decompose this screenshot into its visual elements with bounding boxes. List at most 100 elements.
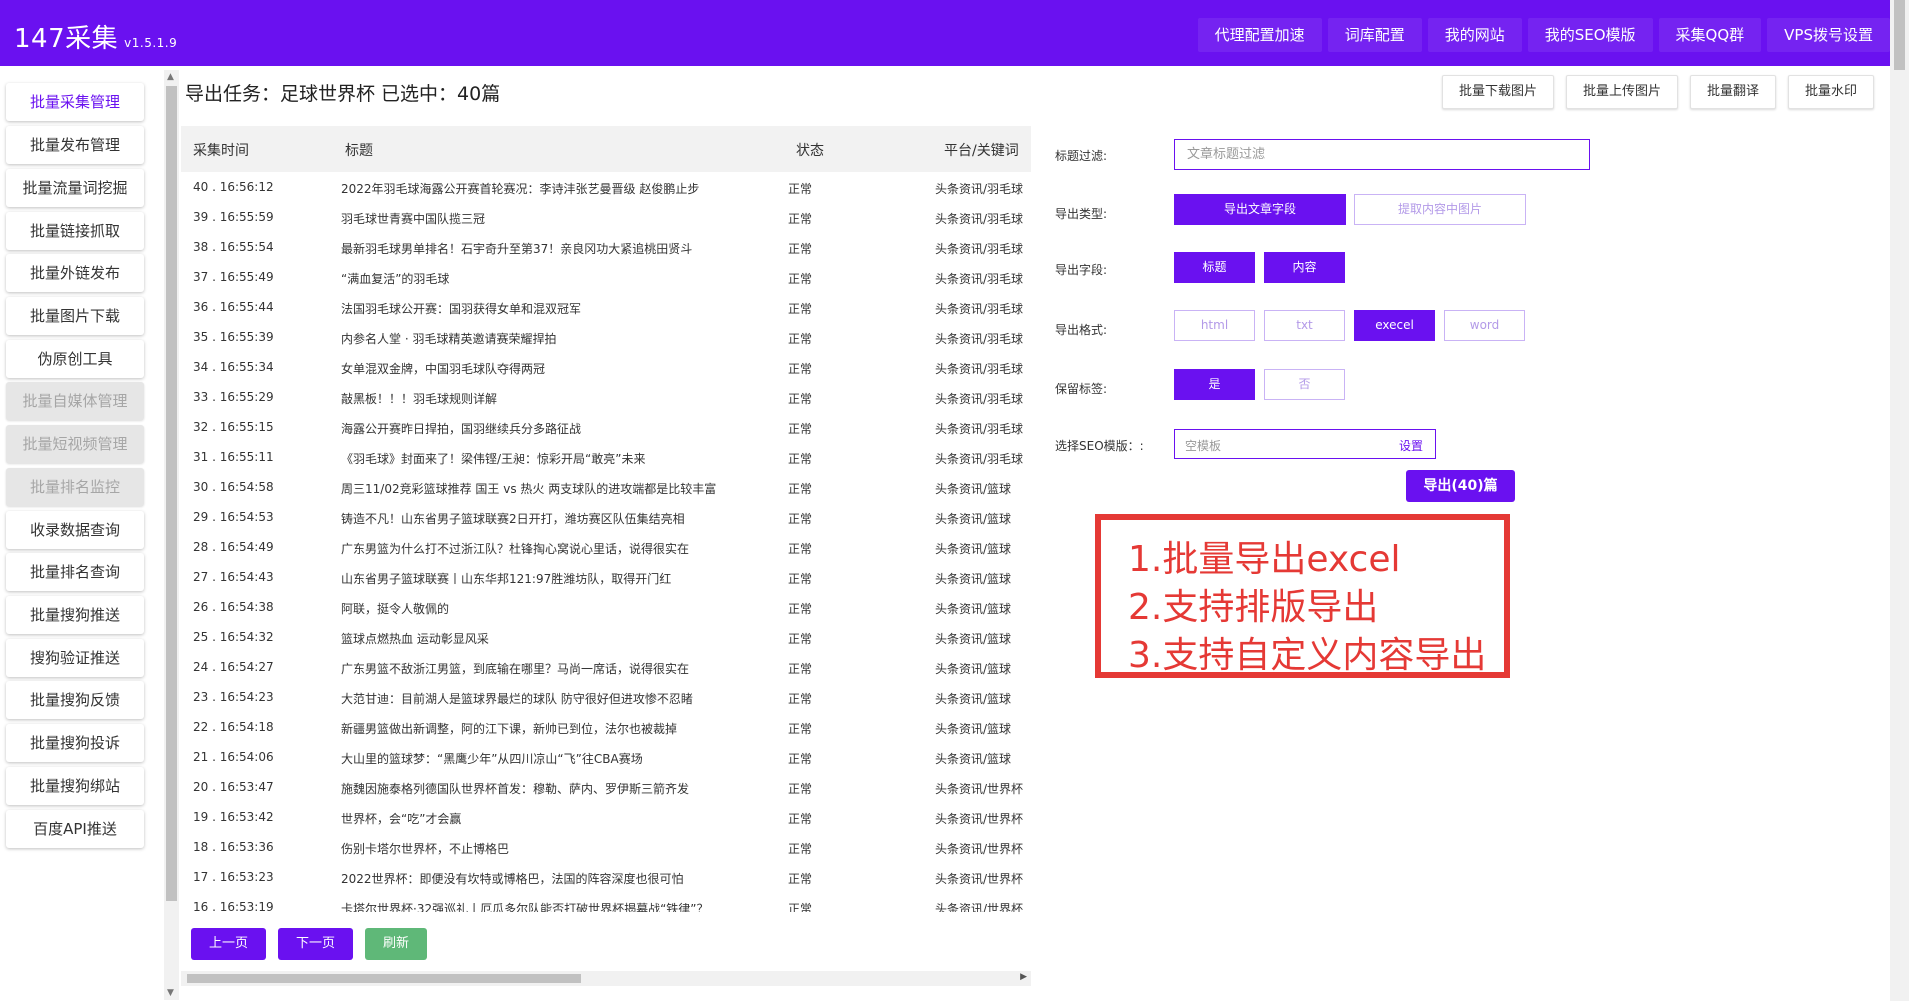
export-type-options-option-2[interactable]: 提取内容中图片 bbox=[1354, 194, 1526, 225]
row-title[interactable]: 大山里的篮球梦：“黑鹰少年”从四川凉山“飞”往CBA赛场 bbox=[341, 750, 761, 767]
row-title[interactable]: 羽毛球世青赛中国队揽三冠 bbox=[341, 210, 761, 227]
export-button[interactable]: 导出(40)篇 bbox=[1406, 470, 1515, 502]
table-row[interactable]: 37 . 16:55:49 “满血复活”的羽毛球 正常 头条资讯/羽毛球 bbox=[181, 262, 1031, 292]
sidebar-item-1[interactable]: 批量采集管理 bbox=[6, 83, 144, 121]
table-scrollbar-thumb[interactable] bbox=[187, 974, 581, 983]
nav-item-2[interactable]: 词库配置 bbox=[1327, 18, 1422, 52]
seo-template-setting-link[interactable]: 设置 bbox=[1399, 437, 1423, 454]
column-header-time[interactable]: 采集时间 bbox=[193, 140, 249, 160]
table-row[interactable]: 20 . 16:53:47 施魏因施泰格列德国队世界杯首发：穆勒、萨内、罗伊斯三箭… bbox=[181, 772, 1031, 802]
column-header-platform[interactable]: 平台/关键词 bbox=[944, 140, 1019, 160]
table-row[interactable]: 32 . 16:55:15 海露公开赛昨日捍拍，国羽继续兵分多路征战 正常 头条资讯/… bbox=[181, 412, 1031, 442]
row-title[interactable]: 最新羽毛球男单排名！石宇奇升至第37！亲良冈功大紧追桃田贤斗 bbox=[341, 240, 761, 257]
row-title[interactable]: 世界杯，会“吃”才会赢 bbox=[341, 810, 761, 827]
top-action-button-1[interactable]: 批量下载图片 bbox=[1441, 75, 1554, 109]
sidebar-item-17[interactable]: 批量搜狗绑站 bbox=[6, 767, 144, 805]
row-title[interactable]: “满血复活”的羽毛球 bbox=[341, 270, 761, 287]
nav-item-4[interactable]: 我的SEO模版 bbox=[1527, 18, 1653, 52]
sidebar-item-4[interactable]: 批量链接抓取 bbox=[6, 212, 144, 250]
sidebar-item-13[interactable]: 批量搜狗推送 bbox=[6, 596, 144, 634]
sidebar-item-18[interactable]: 百度API推送 bbox=[6, 810, 144, 848]
keep-tags-options-option-2[interactable]: 否 bbox=[1264, 369, 1345, 400]
keep-tags-options-option-1[interactable]: 是 bbox=[1174, 369, 1255, 400]
sidebar-item-15[interactable]: 批量搜狗反馈 bbox=[6, 681, 144, 719]
top-action-button-2[interactable]: 批量上传图片 bbox=[1565, 75, 1678, 109]
column-header-title[interactable]: 标题 bbox=[345, 140, 373, 160]
table-row[interactable]: 26 . 16:54:38 阿联，挺令人敬佩的 正常 头条资讯/篮球 bbox=[181, 592, 1031, 622]
row-title[interactable]: 周三11/02竞彩篮球推荐 国王 vs 热火 两支球队的进攻端都是比较丰富 bbox=[341, 480, 761, 497]
table-row[interactable]: 22 . 16:54:18 新疆男篮做出新调整，阿的江下课，新帅已到位，法尔也被裁… bbox=[181, 712, 1031, 742]
table-row[interactable]: 31 . 16:55:11 《羽毛球》封面来了！梁伟铿/王昶：惊彩开局“敢亮”未来… bbox=[181, 442, 1031, 472]
table-row[interactable]: 36 . 16:55:44 法国羽毛球公开赛：国羽获得女单和混双冠军 正常 头条资讯/… bbox=[181, 292, 1031, 322]
row-title[interactable]: 2022年羽毛球海露公开赛首轮赛况：李诗沣张艺曼晋级 赵俊鹏止步 bbox=[341, 180, 761, 197]
table-row[interactable]: 27 . 16:54:43 山东省男子篮球联赛丨山东华邦121:97胜潍坊队，取得… bbox=[181, 562, 1031, 592]
sidebar-item-2[interactable]: 批量发布管理 bbox=[6, 126, 144, 164]
sidebar-item-14[interactable]: 搜狗验证推送 bbox=[6, 639, 144, 677]
sidebar-item-5[interactable]: 批量外链发布 bbox=[6, 254, 144, 292]
table-row[interactable]: 34 . 16:55:34 女单混双金牌，中国羽毛球队夺得两冠 正常 头条资讯/羽毛球 bbox=[181, 352, 1031, 382]
row-title[interactable]: 女单混双金牌，中国羽毛球队夺得两冠 bbox=[341, 360, 761, 377]
table-row[interactable]: 24 . 16:54:27 广东男篮不敌浙江男篮，到底输在哪里？马尚一席话，说得很… bbox=[181, 652, 1031, 682]
top-action-button-3[interactable]: 批量翻译 bbox=[1689, 75, 1776, 109]
row-title[interactable]: 内参名人堂 · 羽毛球精英邀请赛荣耀捍拍 bbox=[341, 330, 761, 347]
table-row[interactable]: 39 . 16:55:59 羽毛球世青赛中国队揽三冠 正常 头条资讯/羽毛球 bbox=[181, 202, 1031, 232]
export-format-options-option-1[interactable]: html bbox=[1174, 310, 1255, 341]
nav-item-6[interactable]: VPS拨号设置 bbox=[1767, 18, 1890, 52]
table-row[interactable]: 35 . 16:55:39 内参名人堂 · 羽毛球精英邀请赛荣耀捍拍 正常 头条资讯/… bbox=[181, 322, 1031, 352]
nav-item-5[interactable]: 采集QQ群 bbox=[1658, 18, 1762, 52]
row-title[interactable]: 2022世界杯：即便没有坎特或博格巴，法国的阵容深度也很可怕 bbox=[341, 870, 761, 887]
table-row[interactable]: 25 . 16:54:32 篮球点燃热血 运动彰显风采 正常 头条资讯/篮球 bbox=[181, 622, 1031, 652]
row-title[interactable]: 山东省男子篮球联赛丨山东华邦121:97胜潍坊队，取得开门红 bbox=[341, 570, 761, 587]
row-title[interactable]: 大范甘迪：目前湖人是篮球界最烂的球队 防守很好但进攻惨不忍睹 bbox=[341, 690, 761, 707]
table-row[interactable]: 40 . 16:56:12 2022年羽毛球海露公开赛首轮赛况：李诗沣张艺曼晋级 … bbox=[181, 172, 1031, 202]
row-title[interactable]: 篮球点燃热血 运动彰显风采 bbox=[341, 630, 761, 647]
table-row[interactable]: 21 . 16:54:06 大山里的篮球梦：“黑鹰少年”从四川凉山“飞”往CBA赛… bbox=[181, 742, 1031, 772]
table-row[interactable]: 29 . 16:54:53 铸造不凡！山东省男子篮球联赛2日开打，潍坊赛区队伍集结… bbox=[181, 502, 1031, 532]
row-title[interactable]: 广东男篮不敌浙江男篮，到底输在哪里？马尚一席话，说得很实在 bbox=[341, 660, 761, 677]
top-action-button-4[interactable]: 批量水印 bbox=[1787, 75, 1874, 109]
row-title[interactable]: 阿联，挺令人敬佩的 bbox=[341, 600, 761, 617]
row-title[interactable]: 《羽毛球》封面来了！梁伟铿/王昶：惊彩开局“敢亮”未来 bbox=[341, 450, 761, 467]
page-scrollbar-thumb[interactable] bbox=[1894, 0, 1905, 70]
row-title[interactable]: 法国羽毛球公开赛：国羽获得女单和混双冠军 bbox=[341, 300, 761, 317]
next-page-button[interactable]: 下一页 bbox=[278, 928, 354, 960]
refresh-button[interactable]: 刷新 bbox=[365, 928, 428, 960]
table-row[interactable]: 28 . 16:54:49 广东男篮为什么打不过浙江队？杜锋掏心窝说心里话，说得很… bbox=[181, 532, 1031, 562]
row-title[interactable]: 施魏因施泰格列德国队世界杯首发：穆勒、萨内、罗伊斯三箭齐发 bbox=[341, 780, 761, 797]
table-row[interactable]: 17 . 16:53:23 2022世界杯：即便没有坎特或博格巴，法国的阵容深度也… bbox=[181, 862, 1031, 892]
row-title[interactable]: 新疆男篮做出新调整，阿的江下课，新帅已到位，法尔也被裁掉 bbox=[341, 720, 761, 737]
table-row[interactable]: 16 . 16:53:19 卡塔尔世界杯·32强巡礼丨厄瓜多尔队能否打破世界杯揭幕… bbox=[181, 892, 1031, 912]
row-title[interactable]: 伤别卡塔尔世界杯，不止博格巴 bbox=[341, 840, 761, 857]
scroll-down-arrow-icon[interactable]: ▼ bbox=[167, 988, 174, 998]
row-title[interactable]: 敲黑板！！！羽毛球规则详解 bbox=[341, 390, 761, 407]
row-title[interactable]: 广东男篮为什么打不过浙江队？杜锋掏心窝说心里话，说得很实在 bbox=[341, 540, 761, 557]
table-row[interactable]: 19 . 16:53:42 世界杯，会“吃”才会赢 正常 头条资讯/世界杯 bbox=[181, 802, 1031, 832]
sidebar-item-6[interactable]: 批量图片下载 bbox=[6, 297, 144, 335]
column-header-status[interactable]: 状态 bbox=[796, 140, 824, 160]
table-row[interactable]: 23 . 16:54:23 大范甘迪：目前湖人是篮球界最烂的球队 防守很好但进攻惨… bbox=[181, 682, 1031, 712]
table-row[interactable]: 38 . 16:55:54 最新羽毛球男单排名！石宇奇升至第37！亲良冈功大紧追桃… bbox=[181, 232, 1031, 262]
sidebar-item-11[interactable]: 收录数据查询 bbox=[6, 511, 144, 549]
sidebar-scrollbar-thumb[interactable] bbox=[166, 86, 177, 901]
table-row[interactable]: 30 . 16:54:58 周三11/02竞彩篮球推荐 国王 vs 热火 两支球队… bbox=[181, 472, 1031, 502]
row-title[interactable]: 卡塔尔世界杯·32强巡礼丨厄瓜多尔队能否打破世界杯揭幕战“铁律”？ bbox=[341, 900, 761, 912]
sidebar-item-7[interactable]: 伪原创工具 bbox=[6, 340, 144, 378]
export-format-options-option-3[interactable]: execel bbox=[1354, 310, 1435, 341]
nav-item-3[interactable]: 我的网站 bbox=[1427, 18, 1522, 52]
export-fields-options-option-1[interactable]: 标题 bbox=[1174, 252, 1255, 283]
export-format-options-option-2[interactable]: txt bbox=[1264, 310, 1345, 341]
table-row[interactable]: 33 . 16:55:29 敲黑板！！！羽毛球规则详解 正常 头条资讯/羽毛球 bbox=[181, 382, 1031, 412]
table-row[interactable]: 18 . 16:53:36 伤别卡塔尔世界杯，不止博格巴 正常 头条资讯/世界杯 bbox=[181, 832, 1031, 862]
title-filter-input[interactable] bbox=[1174, 139, 1590, 170]
sidebar-item-3[interactable]: 批量流量词挖掘 bbox=[6, 169, 144, 207]
export-fields-options-option-2[interactable]: 内容 bbox=[1264, 252, 1345, 283]
nav-item-1[interactable]: 代理配置加速 bbox=[1197, 18, 1322, 52]
scroll-right-arrow-icon[interactable]: ▶ bbox=[1020, 972, 1027, 982]
row-title[interactable]: 铸造不凡！山东省男子篮球联赛2日开打，潍坊赛区队伍集结亮相 bbox=[341, 510, 761, 527]
sidebar-item-16[interactable]: 批量搜狗投诉 bbox=[6, 724, 144, 762]
page-scrollbar[interactable] bbox=[1890, 0, 1909, 1001]
sidebar-item-12[interactable]: 批量排名查询 bbox=[6, 553, 144, 591]
row-title[interactable]: 海露公开赛昨日捍拍，国羽继续兵分多路征战 bbox=[341, 420, 761, 437]
seo-template-select[interactable]: 空模板 设置 bbox=[1174, 429, 1436, 459]
table-horizontal-scrollbar[interactable]: ▶ bbox=[181, 971, 1031, 986]
